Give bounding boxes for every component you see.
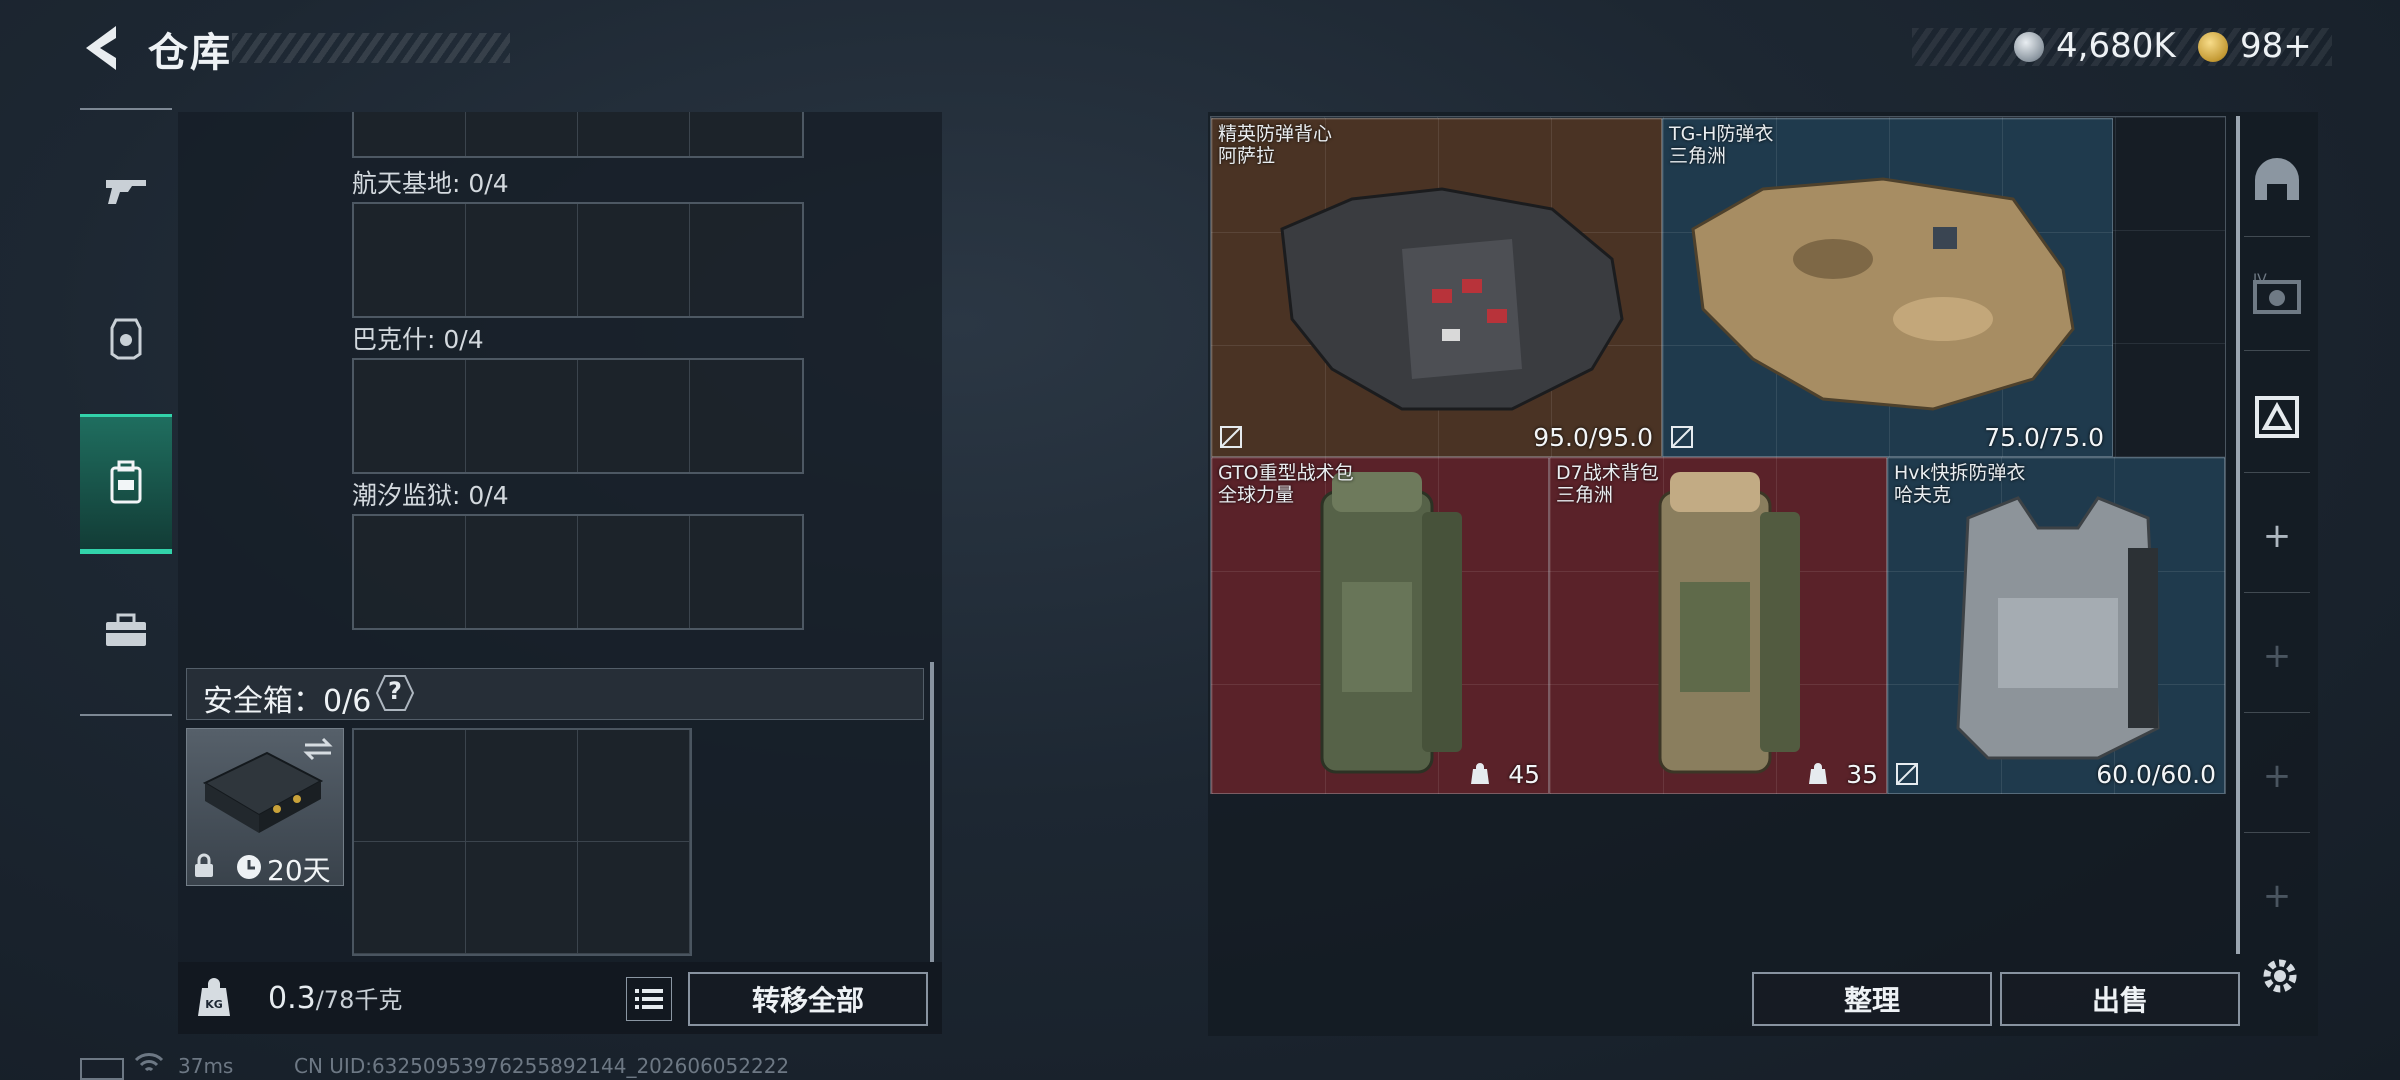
helmet-slot-icon — [2255, 158, 2299, 200]
weight-current: 0.3 — [268, 981, 316, 1016]
transfer-all-button[interactable]: 转移全部 — [688, 972, 928, 1026]
help-icon[interactable]: ? — [375, 674, 415, 712]
nav-armor[interactable] — [80, 278, 172, 398]
briefcase-icon — [106, 613, 146, 646]
weight-max: /78千克 — [315, 986, 403, 1014]
backpack-icon — [110, 460, 142, 504]
title-decoration — [232, 33, 510, 63]
plus-icon: + — [2262, 636, 2292, 676]
region-label: 航天基地: 0/4 — [352, 169, 509, 198]
rifle-icon — [106, 180, 146, 204]
silver-coin-icon — [2014, 32, 2044, 62]
list-icon — [635, 989, 663, 1009]
tab-helmet[interactable] — [2244, 124, 2310, 237]
uid-text: CN UID:63250953976255892144_202606052222 — [294, 1054, 790, 1078]
silver-currency-value: 4,680K — [2056, 26, 2176, 66]
item-durability: 60.0/60.0 — [2096, 760, 2216, 789]
armor-slot-icon: IV — [2253, 272, 2301, 314]
vest-image — [1691, 177, 2075, 411]
gold-coin-icon — [2198, 32, 2228, 62]
side-tab-divider — [2236, 116, 2240, 954]
region-grid[interactable] — [352, 358, 804, 474]
tab-add-slot[interactable]: + — [2244, 720, 2310, 833]
vest-image — [1280, 187, 1624, 411]
no-repair-icon — [1671, 426, 1693, 448]
back-icon[interactable] — [78, 22, 126, 74]
safe-box-item[interactable]: 20天 — [186, 728, 344, 887]
lock-icon — [195, 853, 213, 877]
backpack-slot-icon — [2255, 396, 2299, 438]
nav-weapons[interactable] — [80, 130, 172, 250]
backpack-image — [1320, 472, 1462, 774]
item-tg-h-armor[interactable]: TG-H防弹衣 三角洲 75.0/75.0 — [1662, 118, 2113, 457]
gold-currency-value: 98+ — [2240, 26, 2312, 66]
sort-button[interactable]: 整理 — [1752, 972, 1992, 1026]
weight-readout: 0.3/78千克 — [268, 980, 402, 1016]
no-repair-icon — [1896, 763, 1918, 785]
safe-box-grid[interactable] — [352, 728, 692, 956]
wifi-icon — [134, 1053, 164, 1072]
plus-icon: + — [2262, 516, 2292, 556]
ping-text: 37ms — [178, 1054, 234, 1078]
nav-containers[interactable] — [80, 414, 172, 554]
tab-armor[interactable]: IV — [2244, 238, 2310, 351]
svg-text:KG: KG — [205, 998, 223, 1011]
tab-add-slot[interactable]: + — [2244, 480, 2310, 593]
item-d7-backpack[interactable]: D7战术背包 三角洲 35 — [1549, 457, 1887, 794]
region-grid[interactable] — [352, 202, 804, 318]
item-name: Hvk快拆防弹衣 哈夫克 — [1894, 462, 2026, 506]
help-label: ? — [388, 677, 402, 705]
clock-icon — [237, 855, 261, 879]
no-repair-icon — [1220, 426, 1242, 448]
svg-text:IV: IV — [2253, 272, 2267, 288]
region-label: 巴克什: 0/4 — [352, 325, 484, 354]
backpack-image — [1658, 472, 1800, 774]
page-title: 仓库 — [148, 30, 232, 76]
nav-supplies[interactable] — [80, 570, 172, 690]
helmet-icon — [110, 318, 142, 360]
settings-gear-icon[interactable] — [2258, 954, 2302, 998]
safe-box-duration: 20天 — [267, 854, 331, 887]
item-name: 精英防弹背心 阿萨拉 — [1218, 123, 1333, 167]
plus-icon: + — [2262, 876, 2292, 916]
item-name: GTO重型战术包 全球力量 — [1218, 462, 1354, 506]
item-durability: 75.0/75.0 — [1984, 423, 2104, 452]
capacity-icon — [1471, 763, 1489, 784]
stash-scrollbar[interactable] — [930, 662, 934, 962]
region-grid-top — [352, 112, 804, 158]
weight-icon: KG — [196, 978, 232, 1018]
tab-backpack[interactable] — [2244, 360, 2310, 473]
list-view-button[interactable] — [626, 977, 672, 1021]
region-label: 潮汐监狱: 0/4 — [352, 481, 509, 510]
item-name: TG-H防弹衣 三角洲 — [1669, 123, 1774, 167]
tab-add-slot[interactable]: + — [2244, 840, 2310, 952]
vest-image — [1956, 496, 2160, 760]
item-name: D7战术背包 三角洲 — [1556, 462, 1659, 506]
region-grid[interactable] — [352, 514, 804, 630]
item-capacity: 35 — [1846, 760, 1878, 789]
item-elite-vest[interactable]: 精英防弹背心 阿萨拉 95.0/95.0 — [1211, 118, 1662, 457]
item-hvk-armor[interactable]: Hvk快拆防弹衣 哈夫克 60.0/60.0 — [1887, 457, 2225, 794]
battery-icon — [80, 1058, 124, 1080]
item-gto-bag[interactable]: GTO重型战术包 全球力量 45 — [1211, 457, 1549, 794]
sell-button[interactable]: 出售 — [2000, 972, 2240, 1026]
tab-add-slot[interactable]: + — [2244, 600, 2310, 713]
swap-icon[interactable] — [301, 735, 335, 763]
safe-box-label: 安全箱：0/6 — [203, 684, 372, 719]
item-durability: 95.0/95.0 — [1533, 423, 1653, 452]
item-capacity: 45 — [1508, 760, 1540, 789]
plus-icon: + — [2262, 756, 2292, 796]
capacity-icon — [1809, 763, 1827, 784]
